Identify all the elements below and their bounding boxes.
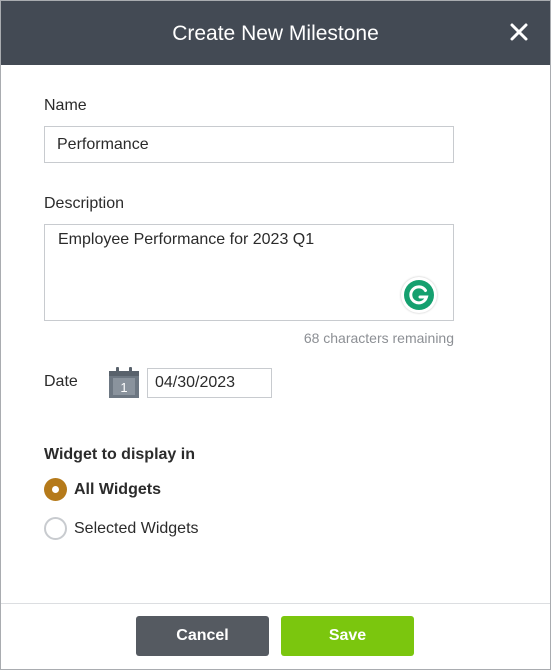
save-button[interactable]: Save <box>281 616 414 656</box>
characters-remaining: 68 characters remaining <box>303 330 454 346</box>
name-input[interactable] <box>44 126 454 163</box>
description-textarea[interactable]: Employee Performance for 2023 Q1 <box>44 224 454 321</box>
date-input[interactable] <box>147 368 272 398</box>
dialog-title: Create New Milestone <box>172 22 379 45</box>
close-icon[interactable] <box>509 22 529 42</box>
cancel-button[interactable]: Cancel <box>136 616 269 656</box>
radio-all-widgets-label: All Widgets <box>74 481 161 498</box>
grammarly-icon[interactable] <box>401 277 437 313</box>
radio-unchecked-icon[interactable] <box>44 517 67 540</box>
create-milestone-dialog: Create New Milestone Name Description Em… <box>0 0 551 670</box>
radio-checked-icon[interactable] <box>44 478 67 501</box>
radio-selected-widgets-label: Selected Widgets <box>74 520 199 537</box>
description-label: Description <box>44 195 125 212</box>
date-label: Date <box>44 373 78 390</box>
description-text: Employee Performance for 2023 Q1 <box>58 231 315 248</box>
widget-heading: Widget to display in <box>44 446 195 463</box>
footer-divider <box>1 603 550 604</box>
dialog-header: Create New Milestone <box>1 1 550 65</box>
calendar-icon[interactable]: 1 <box>108 367 140 399</box>
calendar-day-number: 1 <box>120 380 127 395</box>
name-label: Name <box>44 97 87 114</box>
